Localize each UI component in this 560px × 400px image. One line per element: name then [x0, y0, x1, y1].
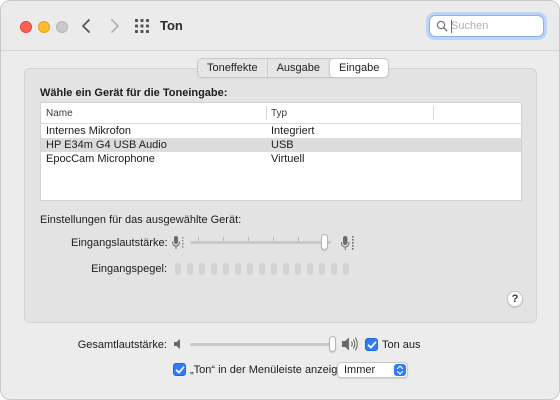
level-segment [331, 263, 337, 275]
output-volume-slider-knob[interactable] [329, 336, 336, 352]
show-all-button[interactable] [134, 18, 150, 34]
table-row[interactable]: Internes Mikrofon Integriert [41, 124, 521, 138]
microphone-high-icon [341, 236, 354, 250]
column-header-name[interactable]: Name [46, 108, 73, 119]
checkmark-icon [175, 366, 185, 374]
search-field[interactable] [429, 15, 544, 37]
magnifier-icon [436, 20, 448, 32]
input-volume-label: Eingangslautstärke: [71, 237, 168, 249]
level-segment [187, 263, 193, 275]
level-segment [259, 263, 265, 275]
device-name-cell: Internes Mikrofon [46, 125, 131, 137]
input-volume-slider-knob[interactable] [321, 234, 329, 250]
level-segment [271, 263, 277, 275]
column-divider[interactable] [433, 106, 434, 120]
slider-tick [248, 237, 249, 241]
tab-output[interactable]: Ausgabe [266, 59, 329, 77]
select-value: Immer [344, 364, 376, 376]
device-settings-label: Einstellungen für das ausgewählte Gerät: [40, 214, 242, 226]
chevron-left-icon [82, 19, 90, 33]
tab-input[interactable]: Eingabe [329, 59, 389, 77]
microphone-low-icon [172, 236, 184, 249]
chevron-right-icon [111, 19, 119, 33]
level-segment [235, 263, 241, 275]
slider-tick [273, 237, 274, 241]
input-level-label: Eingangspegel: [91, 263, 167, 275]
level-segment [283, 263, 289, 275]
output-volume-label: Gesamtlautstärke: [77, 339, 167, 351]
tab-bar: Toneffekte Ausgabe Eingabe [197, 58, 390, 78]
mute-label: Ton aus [382, 339, 421, 351]
close-window-button[interactable] [20, 21, 32, 33]
device-list-heading: Wähle ein Gerät für die Toneingabe: [40, 87, 228, 99]
device-type-cell: Integriert [271, 125, 315, 137]
slider-tick [223, 237, 224, 241]
device-type-cell: USB [271, 139, 294, 151]
table-row[interactable]: HP E34m G4 USB Audio USB [41, 138, 521, 152]
level-segment [199, 263, 205, 275]
column-divider[interactable] [266, 106, 267, 120]
help-button[interactable]: ? [507, 291, 523, 307]
slider-tick [298, 237, 299, 241]
system-preferences-window: Ton Toneffekte Ausgabe Eingabe Wähle ein… [0, 0, 560, 400]
updown-arrows-icon [396, 365, 404, 375]
column-header-type[interactable]: Typ [271, 108, 287, 119]
back-button[interactable] [77, 16, 97, 36]
show-in-menubar-checkbox[interactable] [173, 363, 186, 376]
level-segment [319, 263, 325, 275]
speaker-high-icon [342, 337, 358, 351]
menubar-visibility-select[interactable]: Immer [337, 362, 408, 378]
level-segment [307, 263, 313, 275]
level-segment [295, 263, 301, 275]
mute-checkbox[interactable] [365, 338, 378, 351]
output-volume-track [190, 343, 336, 346]
show-in-menubar-label: „Ton“ in der Menüleiste anzeigen [190, 364, 350, 376]
title-bar: Ton [1, 1, 559, 51]
level-segment [175, 263, 181, 275]
level-segment [247, 263, 253, 275]
device-table: Name Typ Internes Mikrofon Integriert HP… [40, 102, 522, 201]
input-volume-track [190, 241, 331, 244]
slider-tick [198, 237, 199, 241]
device-name-cell: EpocCam Microphone [46, 153, 155, 165]
speaker-low-icon [174, 339, 180, 349]
minimize-window-button[interactable] [38, 21, 50, 33]
zoom-window-button[interactable] [56, 21, 68, 33]
checkmark-icon [367, 341, 377, 349]
grid-icon [135, 19, 149, 33]
level-segment [343, 263, 349, 275]
device-name-cell: HP E34m G4 USB Audio [46, 139, 167, 151]
level-segment [211, 263, 217, 275]
table-row[interactable]: EpocCam Microphone Virtuell [41, 152, 521, 166]
forward-button[interactable] [104, 16, 124, 36]
table-header: Name Typ [41, 103, 521, 124]
window-title: Ton [160, 18, 183, 33]
device-type-cell: Virtuell [271, 153, 305, 165]
select-arrows [394, 364, 406, 376]
tab-sound-effects[interactable]: Toneffekte [198, 59, 267, 77]
search-input[interactable] [451, 18, 539, 34]
level-segment [223, 263, 229, 275]
